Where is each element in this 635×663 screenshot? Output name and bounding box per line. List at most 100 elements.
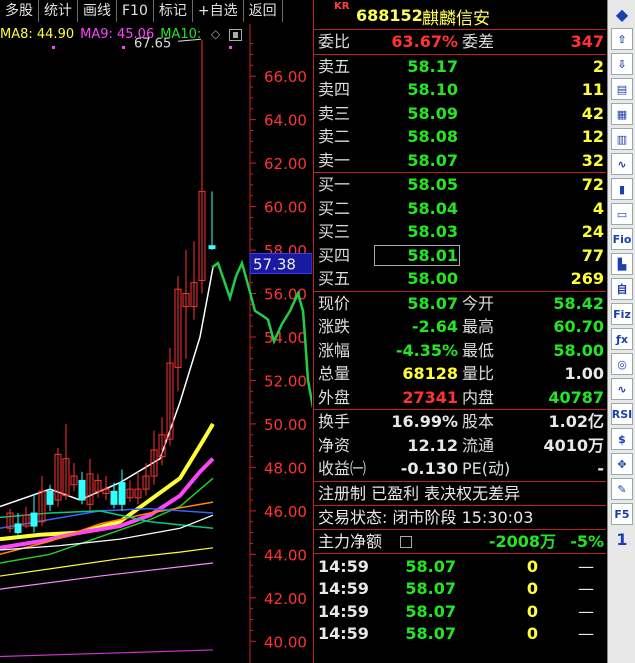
weibi-label: 委比 — [318, 32, 351, 51]
toolbar-button-2[interactable]: 画线 — [78, 0, 117, 22]
tick-time: 14:59 — [318, 579, 369, 598]
tick-price: 58.07 — [405, 556, 456, 576]
side-tool-icon-7[interactable]: ▮ — [611, 178, 633, 200]
side-tool-icon-11[interactable]: 自 — [611, 278, 633, 300]
tick-list[interactable]: 14:59 58.07 0—14:59 58.07 0—14:59 58.07 0—14:5… — [314, 554, 606, 646]
tick-time: 14:59 — [318, 556, 369, 576]
side-tool-icon-12[interactable]: Fiz — [611, 303, 633, 325]
stat-label-2: 最低 — [462, 340, 495, 360]
toolbar-button-5[interactable]: +自选 — [193, 0, 244, 22]
side-tool-icon-5[interactable]: ▥ — [611, 128, 633, 150]
side-tool-icon-6[interactable]: ∿ — [611, 153, 633, 175]
candle-body — [30, 512, 38, 527]
toolbar-button-0[interactable]: 多股 — [0, 0, 39, 22]
tick-flag: — — [578, 624, 594, 643]
asks-volume: 32 — [581, 150, 604, 170]
bids-price: 58.04 — [407, 198, 458, 218]
y-tick-label: 66.00 — [264, 68, 307, 86]
side-tool-icon-10[interactable]: ▙ — [611, 253, 633, 275]
weibi-section: 委比 63.67% 委差 347 — [314, 30, 606, 55]
tick-row: 14:59 58.07 0 — — [314, 601, 606, 624]
y-tick-label: 46.00 — [264, 503, 307, 521]
main-flow-detail-icon[interactable] — [400, 535, 412, 548]
tick-row: 14:59 58.07 0 — — [314, 623, 606, 646]
bid-book: 买一 58.05 72 买二 58.04 4 买三 58.03 24 买四 58.01 77 买五 58.… — [314, 173, 606, 292]
side-tool-icon-0[interactable]: ◆ — [611, 3, 633, 25]
high-arrow-line — [177, 38, 202, 42]
side-tool-icon-1[interactable]: ⇧ — [611, 28, 633, 50]
side-tool-icon-17[interactable]: $ — [611, 428, 633, 450]
stat-value-2: 40787 — [548, 387, 604, 407]
stat-row: 外盘 27341 内盘 40787 — [314, 386, 606, 410]
asks-label: 卖三 — [318, 103, 351, 123]
tick-flag: — — [578, 579, 594, 598]
asks-row[interactable]: 卖二 58.08 12 — [314, 125, 606, 149]
weibi-row: 委比 63.67% 委差 347 — [314, 30, 606, 54]
stat-value: 58.07 — [407, 293, 458, 313]
price-stats: 现价 58.07 今开 58.42 涨跌 -2.64 最高 60.70 涨幅 -4.35% 最低 58… — [314, 292, 606, 410]
stat-row: 涨幅 -4.35% 最低 58.00 — [314, 339, 606, 363]
bids-label: 买五 — [318, 269, 351, 288]
toolbar-button-6[interactable]: 返回 — [244, 0, 283, 22]
tick-volume: 0 — [526, 579, 538, 598]
side-tool-icon-3[interactable]: ▤ — [611, 78, 633, 100]
ma-line-long-pink — [0, 562, 214, 590]
side-tool-icon-14[interactable]: ◎ — [611, 353, 633, 375]
y-tick-label: 42.00 — [264, 590, 307, 608]
toolbar-button-1[interactable]: 统计 — [39, 0, 78, 22]
side-tool-icon-2[interactable]: ⇩ — [611, 53, 633, 75]
fundamental-value-2: 1.02亿 — [548, 412, 604, 431]
tick-price: 58.07 — [405, 579, 456, 598]
side-tool-icon-9[interactable]: Fio — [611, 228, 633, 250]
y-tick-label: 40.00 — [264, 633, 307, 651]
top-marker — [52, 46, 55, 49]
bids-volume: 77 — [581, 245, 604, 265]
candle-body — [14, 523, 22, 534]
kline-chart[interactable]: MA8: 44.90 MA9: 45.06 MA10: ◇ 66.00 64.00 62… — [0, 24, 312, 663]
ask-book: 卖五 58.17 2 卖四 58.10 11 卖三 58.09 42 卖二 58.08 12 卖一 58.… — [314, 55, 606, 173]
asks-row[interactable]: 卖五 58.17 2 — [314, 55, 606, 79]
side-tool-icon-4[interactable]: ▦ — [611, 103, 633, 125]
bids-label: 买一 — [318, 175, 351, 194]
ma-line-long-yellow — [0, 547, 214, 577]
toolbar-button-3[interactable]: F10 — [117, 0, 154, 22]
bids-label: 买二 — [318, 198, 351, 218]
stat-label: 涨跌 — [318, 317, 351, 336]
y-tick-label: 52.00 — [264, 372, 307, 390]
toolbar-button-4[interactable]: 标记 — [154, 0, 193, 22]
side-tool-icon-15[interactable]: ∿ — [611, 378, 633, 400]
side-tool-icon-16[interactable]: RSI — [611, 403, 633, 425]
bids-volume: 72 — [581, 175, 604, 194]
bids-row[interactable]: 买二 58.04 4 — [314, 197, 606, 221]
y-tick-label: 64.00 — [264, 112, 307, 130]
bids-row[interactable]: 买四 58.01 77 — [314, 244, 606, 268]
asks-row[interactable]: 卖三 58.09 42 — [314, 102, 606, 126]
asks-price: 58.17 — [407, 56, 458, 76]
side-tool-icon-13[interactable]: ƒx — [611, 328, 633, 350]
asks-row[interactable]: 卖四 58.10 11 — [314, 78, 606, 102]
asks-price: 58.08 — [407, 127, 458, 146]
quote-panel: KR 688152 麒麟信安 委比 63.67% 委差 347 卖五 58.17 2… — [313, 0, 606, 663]
bids-row[interactable]: 买一 58.05 72 — [314, 173, 606, 197]
stat-value: -2.64 — [411, 317, 458, 336]
asks-price: 58.07 — [407, 150, 458, 170]
asks-row[interactable]: 卖一 58.07 32 — [314, 149, 606, 173]
side-tool-icon-21[interactable]: 1 — [611, 528, 633, 550]
side-tool-icon-19[interactable]: ✎ — [611, 478, 633, 500]
side-tool-icon-8[interactable]: ▭ — [611, 203, 633, 225]
main-flow-row: 主力净额 -2008万 -5% — [314, 530, 606, 554]
bids-row[interactable]: 买三 58.03 24 — [314, 220, 606, 244]
stat-label-2: 今开 — [462, 293, 495, 313]
stat-label: 涨幅 — [318, 340, 351, 360]
bids-volume: 4 — [592, 198, 604, 218]
tick-flag: — — [578, 556, 594, 576]
tick-price: 58.07 — [405, 601, 456, 621]
tick-time: 14:59 — [318, 601, 369, 621]
y-tick-label: 50.00 — [264, 416, 307, 434]
bids-row[interactable]: 买五 58.00 269 — [314, 267, 606, 291]
side-tool-icon-20[interactable]: F5 — [611, 503, 633, 525]
stat-label: 现价 — [318, 293, 351, 313]
stat-label-2: 量比 — [462, 364, 495, 383]
side-tool-icon-18[interactable]: ✥ — [611, 453, 633, 475]
bids-price: 58.05 — [407, 175, 458, 194]
